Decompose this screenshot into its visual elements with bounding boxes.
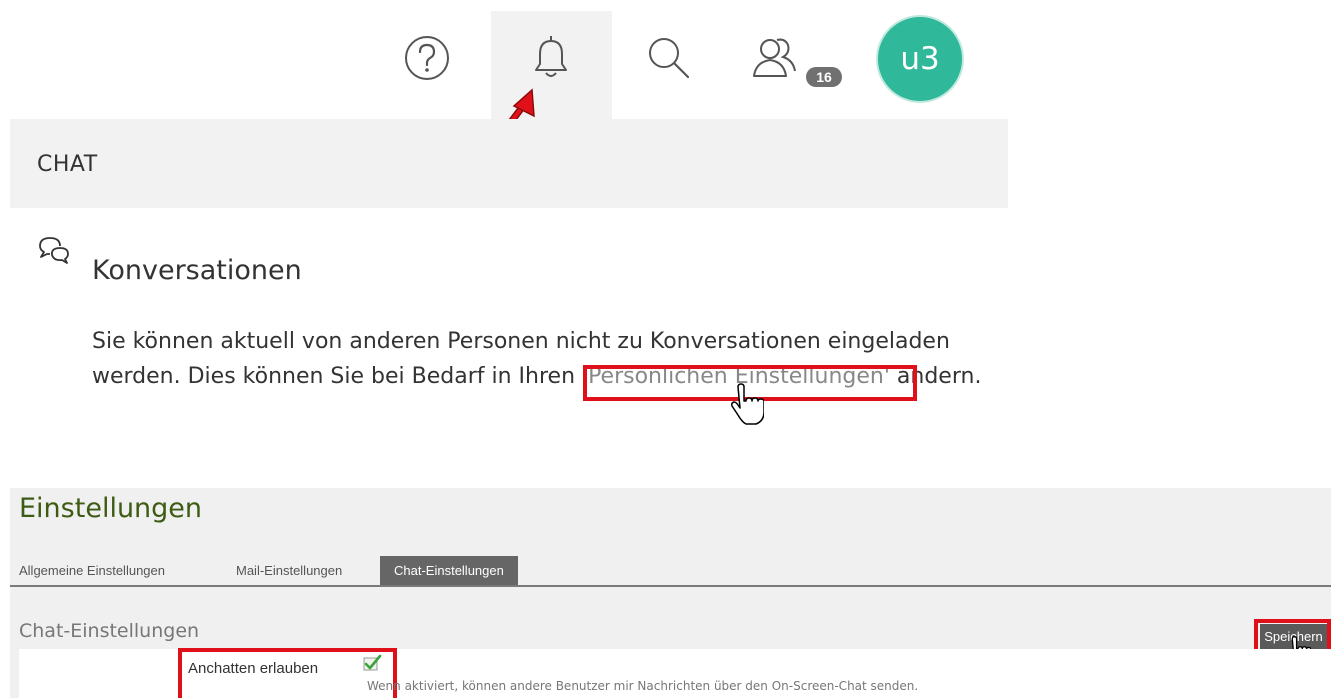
user-avatar[interactable]: u3 [876,15,964,103]
hand-cursor-icon [731,383,764,425]
notifications-button[interactable] [521,28,581,88]
tabs-divider [10,585,1331,587]
chat-header-band [10,119,1008,208]
bell-icon [535,36,567,77]
chat-settings-section-title: Chat-Einstellungen [19,620,200,642]
tab-chat-settings[interactable]: Chat-Einstellungen [380,556,518,586]
annotation-highlight-box-option [178,648,397,698]
contacts-count-badge: 16 [806,67,842,87]
conversations-title: Konversationen [92,255,302,286]
tab-mail-settings[interactable]: Mail-Einstellungen [236,556,342,586]
contacts-button[interactable] [748,28,808,88]
contacts-icon [753,38,796,77]
search-icon [649,38,690,79]
search-button[interactable] [639,28,699,88]
chat-title: CHAT [37,152,98,177]
tab-general-settings[interactable]: Allgemeine Einstellungen [19,556,165,586]
question-circle-icon [405,36,449,80]
chat-bubbles-icon [39,237,69,264]
allow-chat-description: Wenn aktiviert, können andere Benutzer m… [367,679,919,693]
help-button[interactable] [397,28,457,88]
settings-title: Einstellungen [19,493,203,524]
